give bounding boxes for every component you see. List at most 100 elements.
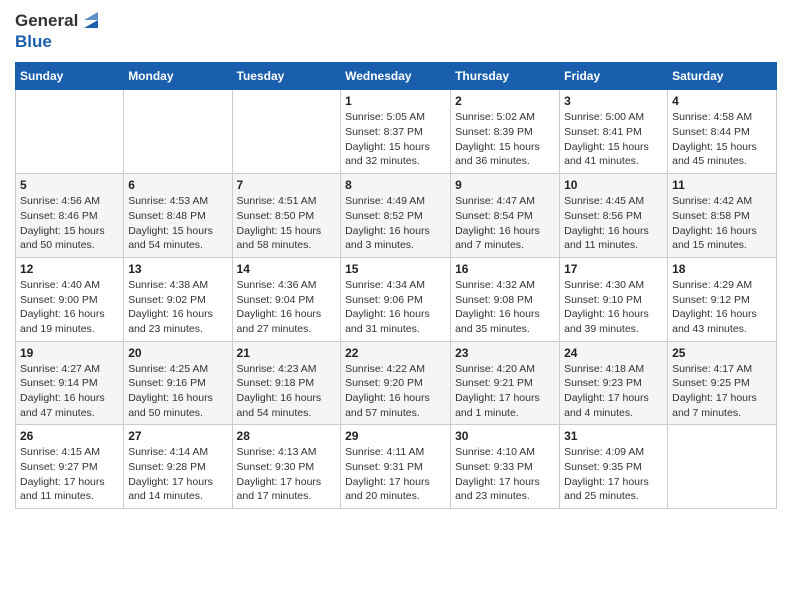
- day-number: 22: [345, 346, 446, 360]
- day-info: Sunrise: 5:02 AM Sunset: 8:39 PM Dayligh…: [455, 110, 555, 169]
- calendar-cell: 21 Sunrise: 4:23 AM Sunset: 9:18 PM Dayli…: [232, 341, 341, 425]
- day-info: Sunrise: 4:30 AM Sunset: 9:10 PM Dayligh…: [564, 278, 663, 337]
- calendar-cell: 31 Sunrise: 4:09 AM Sunset: 9:35 PM Dayli…: [560, 425, 668, 509]
- calendar-cell: 16 Sunrise: 4:32 AM Sunset: 9:08 PM Dayli…: [451, 257, 560, 341]
- calendar-week-row: 1Sunrise: 5:05 AM Sunset: 8:37 PM Daylig…: [16, 90, 777, 174]
- day-number: 9: [455, 178, 555, 192]
- day-info: Sunrise: 4:09 AM Sunset: 9:35 PM Dayligh…: [564, 445, 663, 504]
- day-info: Sunrise: 4:17 AM Sunset: 9:25 PM Dayligh…: [672, 362, 772, 421]
- day-number: 16: [455, 262, 555, 276]
- day-info: Sunrise: 4:15 AM Sunset: 9:27 PM Dayligh…: [20, 445, 119, 504]
- day-info: Sunrise: 4:11 AM Sunset: 9:31 PM Dayligh…: [345, 445, 446, 504]
- calendar-cell: 19 Sunrise: 4:27 AM Sunset: 9:14 PM Dayli…: [16, 341, 124, 425]
- day-info: Sunrise: 4:14 AM Sunset: 9:28 PM Dayligh…: [128, 445, 227, 504]
- calendar-cell: 26 Sunrise: 4:15 AM Sunset: 9:27 PM Dayli…: [16, 425, 124, 509]
- day-number: 12: [20, 262, 119, 276]
- calendar-week-row: 12 Sunrise: 4:40 AM Sunset: 9:00 PM Dayli…: [16, 257, 777, 341]
- logo-triangle-icon: [80, 10, 102, 32]
- day-number: 25: [672, 346, 772, 360]
- day-number: 4: [672, 94, 772, 108]
- calendar-header-thursday: Thursday: [451, 63, 560, 90]
- calendar-cell: 17 Sunrise: 4:30 AM Sunset: 9:10 PM Dayli…: [560, 257, 668, 341]
- calendar-cell: 2 Sunrise: 5:02 AM Sunset: 8:39 PM Daylig…: [451, 90, 560, 174]
- calendar-cell: 9 Sunrise: 4:47 AM Sunset: 8:54 PM Daylig…: [451, 174, 560, 258]
- calendar-cell: 24Sunrise: 4:18 AM Sunset: 9:23 PM Dayli…: [560, 341, 668, 425]
- calendar-cell: 4 Sunrise: 4:58 AM Sunset: 8:44 PM Daylig…: [668, 90, 777, 174]
- day-number: 29: [345, 429, 446, 443]
- day-number: 30: [455, 429, 555, 443]
- day-info: Sunrise: 4:27 AM Sunset: 9:14 PM Dayligh…: [20, 362, 119, 421]
- day-number: 6: [128, 178, 227, 192]
- day-info: Sunrise: 4:38 AM Sunset: 9:02 PM Dayligh…: [128, 278, 227, 337]
- day-number: 8: [345, 178, 446, 192]
- day-number: 27: [128, 429, 227, 443]
- calendar-cell: 29 Sunrise: 4:11 AM Sunset: 9:31 PM Dayli…: [341, 425, 451, 509]
- day-info: Sunrise: 4:32 AM Sunset: 9:08 PM Dayligh…: [455, 278, 555, 337]
- day-number: 24: [564, 346, 663, 360]
- calendar-cell: 15 Sunrise: 4:34 AM Sunset: 9:06 PM Dayli…: [341, 257, 451, 341]
- day-number: 31: [564, 429, 663, 443]
- calendar-week-row: 5 Sunrise: 4:56 AM Sunset: 8:46 PM Daylig…: [16, 174, 777, 258]
- day-number: 1: [345, 94, 446, 108]
- day-number: 21: [237, 346, 337, 360]
- day-info: Sunrise: 4:36 AM Sunset: 9:04 PM Dayligh…: [237, 278, 337, 337]
- calendar-header-row: SundayMondayTuesdayWednesdayThursdayFrid…: [16, 63, 777, 90]
- calendar-cell: 10 Sunrise: 4:45 AM Sunset: 8:56 PM Dayli…: [560, 174, 668, 258]
- calendar-cell: 23 Sunrise: 4:20 AM Sunset: 9:21 PM Dayli…: [451, 341, 560, 425]
- calendar-cell: 22 Sunrise: 4:22 AM Sunset: 9:20 PM Dayli…: [341, 341, 451, 425]
- day-number: 28: [237, 429, 337, 443]
- calendar-week-row: 19 Sunrise: 4:27 AM Sunset: 9:14 PM Dayli…: [16, 341, 777, 425]
- day-info: Sunrise: 4:56 AM Sunset: 8:46 PM Dayligh…: [20, 194, 119, 253]
- calendar-cell: 6 Sunrise: 4:53 AM Sunset: 8:48 PM Daylig…: [124, 174, 232, 258]
- day-info: Sunrise: 4:51 AM Sunset: 8:50 PM Dayligh…: [237, 194, 337, 253]
- calendar-cell: [668, 425, 777, 509]
- calendar-cell: 8Sunrise: 4:49 AM Sunset: 8:52 PM Daylig…: [341, 174, 451, 258]
- calendar-header-saturday: Saturday: [668, 63, 777, 90]
- calendar-cell: 20Sunrise: 4:25 AM Sunset: 9:16 PM Dayli…: [124, 341, 232, 425]
- calendar-table: SundayMondayTuesdayWednesdayThursdayFrid…: [15, 62, 777, 509]
- calendar-cell: [232, 90, 341, 174]
- day-info: Sunrise: 4:20 AM Sunset: 9:21 PM Dayligh…: [455, 362, 555, 421]
- day-info: Sunrise: 4:47 AM Sunset: 8:54 PM Dayligh…: [455, 194, 555, 253]
- day-number: 5: [20, 178, 119, 192]
- logo-blue: Blue: [15, 32, 52, 52]
- day-number: 14: [237, 262, 337, 276]
- day-info: Sunrise: 4:22 AM Sunset: 9:20 PM Dayligh…: [345, 362, 446, 421]
- day-number: 19: [20, 346, 119, 360]
- day-number: 2: [455, 94, 555, 108]
- day-number: 18: [672, 262, 772, 276]
- day-number: 26: [20, 429, 119, 443]
- day-info: Sunrise: 4:23 AM Sunset: 9:18 PM Dayligh…: [237, 362, 337, 421]
- calendar-week-row: 26 Sunrise: 4:15 AM Sunset: 9:27 PM Dayli…: [16, 425, 777, 509]
- day-number: 23: [455, 346, 555, 360]
- calendar-header-wednesday: Wednesday: [341, 63, 451, 90]
- day-number: 17: [564, 262, 663, 276]
- day-info: Sunrise: 4:42 AM Sunset: 8:58 PM Dayligh…: [672, 194, 772, 253]
- day-info: Sunrise: 4:25 AM Sunset: 9:16 PM Dayligh…: [128, 362, 227, 421]
- calendar-cell: 1Sunrise: 5:05 AM Sunset: 8:37 PM Daylig…: [341, 90, 451, 174]
- day-info: Sunrise: 4:13 AM Sunset: 9:30 PM Dayligh…: [237, 445, 337, 504]
- day-number: 10: [564, 178, 663, 192]
- calendar-cell: 7Sunrise: 4:51 AM Sunset: 8:50 PM Daylig…: [232, 174, 341, 258]
- day-number: 3: [564, 94, 663, 108]
- day-number: 13: [128, 262, 227, 276]
- header: General Blue: [15, 10, 777, 52]
- day-info: Sunrise: 4:40 AM Sunset: 9:00 PM Dayligh…: [20, 278, 119, 337]
- calendar-cell: [124, 90, 232, 174]
- day-info: Sunrise: 4:34 AM Sunset: 9:06 PM Dayligh…: [345, 278, 446, 337]
- calendar-cell: 5 Sunrise: 4:56 AM Sunset: 8:46 PM Daylig…: [16, 174, 124, 258]
- day-number: 11: [672, 178, 772, 192]
- day-info: Sunrise: 4:58 AM Sunset: 8:44 PM Dayligh…: [672, 110, 772, 169]
- day-info: Sunrise: 4:10 AM Sunset: 9:33 PM Dayligh…: [455, 445, 555, 504]
- calendar-cell: 14 Sunrise: 4:36 AM Sunset: 9:04 PM Dayli…: [232, 257, 341, 341]
- calendar-cell: 28 Sunrise: 4:13 AM Sunset: 9:30 PM Dayli…: [232, 425, 341, 509]
- day-info: Sunrise: 4:53 AM Sunset: 8:48 PM Dayligh…: [128, 194, 227, 253]
- day-info: Sunrise: 4:45 AM Sunset: 8:56 PM Dayligh…: [564, 194, 663, 253]
- calendar-header-tuesday: Tuesday: [232, 63, 341, 90]
- logo-general: General: [15, 11, 78, 31]
- logo: General Blue: [15, 10, 102, 52]
- calendar-cell: [16, 90, 124, 174]
- day-number: 15: [345, 262, 446, 276]
- calendar-header-monday: Monday: [124, 63, 232, 90]
- calendar-cell: 30 Sunrise: 4:10 AM Sunset: 9:33 PM Dayli…: [451, 425, 560, 509]
